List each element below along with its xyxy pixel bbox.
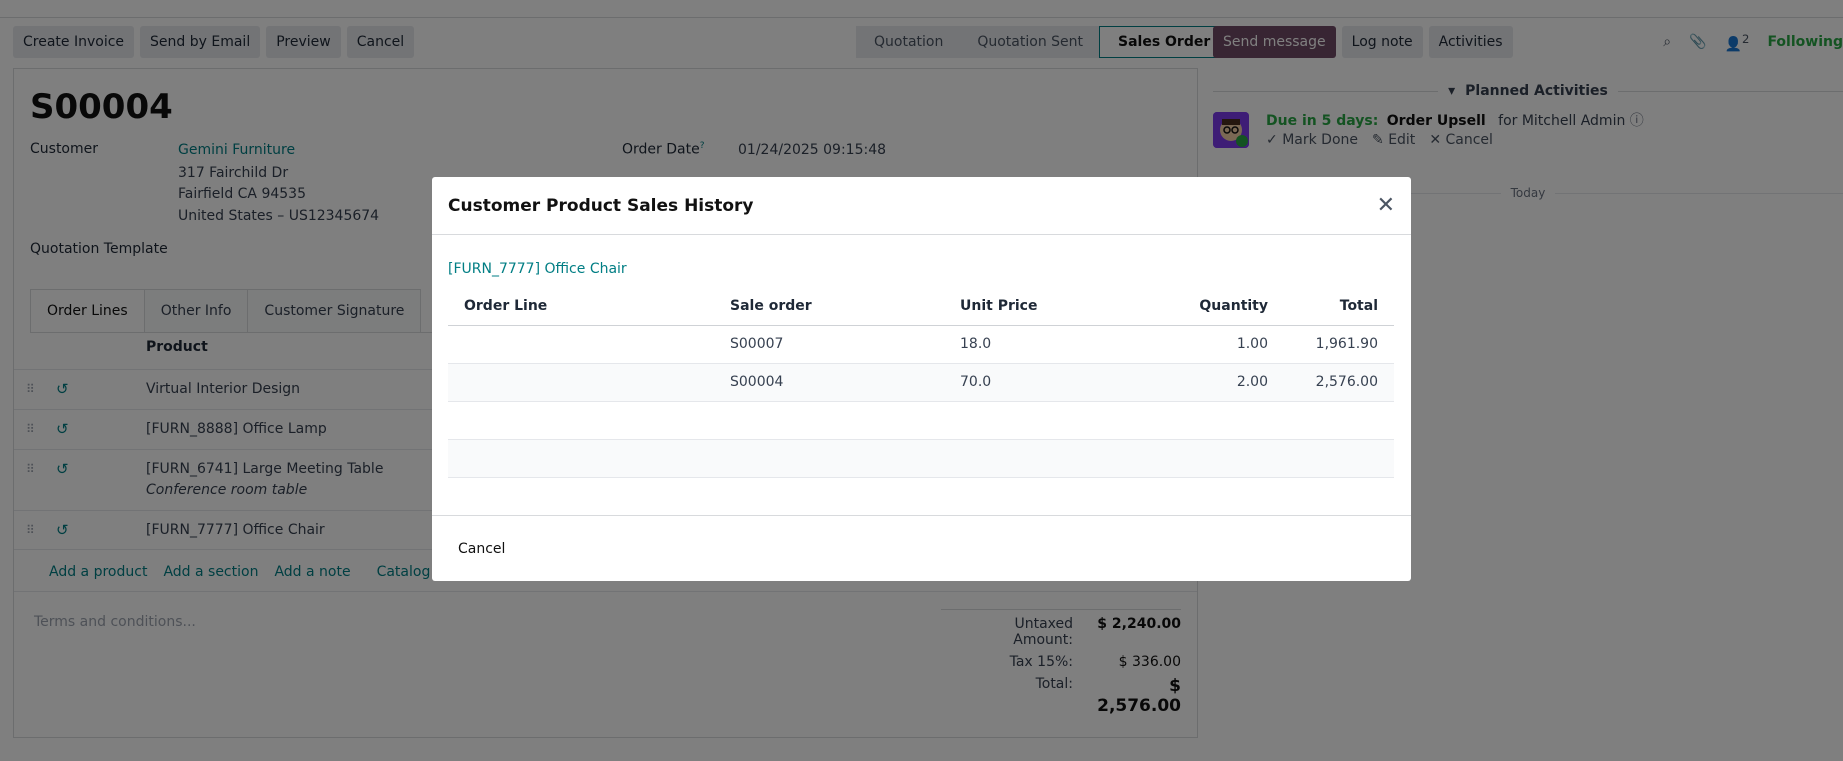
cell-unit-price: 70.0	[944, 363, 1144, 402]
dialog-header: Customer Product Sales History ✕	[432, 177, 1411, 235]
close-icon[interactable]: ✕	[1377, 193, 1395, 218]
empty-row	[448, 401, 1394, 440]
cell-order-line	[448, 325, 714, 364]
col-order-line[interactable]: Order Line	[448, 287, 714, 326]
cell-total: 1,961.90	[1284, 325, 1394, 364]
table-header-row: Order Line Sale order Unit Price Quantit…	[448, 287, 1394, 326]
table-row[interactable]: S00004 70.0 2.00 2,576.00	[448, 363, 1394, 402]
table-row[interactable]: S00007 18.0 1.00 1,961.90	[448, 325, 1394, 364]
col-total[interactable]: Total	[1284, 287, 1394, 326]
product-link[interactable]: [FURN_7777] Office Chair	[448, 261, 627, 277]
dialog-title: Customer Product Sales History	[448, 195, 754, 216]
cell-quantity: 2.00	[1144, 363, 1284, 402]
cell-quantity: 1.00	[1144, 325, 1284, 364]
col-sale-order[interactable]: Sale order	[714, 287, 944, 326]
dialog-footer: Cancel	[432, 515, 1411, 581]
cell-sale-order: S00007	[714, 325, 944, 364]
cell-sale-order: S00004	[714, 363, 944, 402]
col-quantity[interactable]: Quantity	[1144, 287, 1284, 326]
col-unit-price[interactable]: Unit Price	[944, 287, 1144, 326]
cell-total: 2,576.00	[1284, 363, 1394, 402]
empty-row	[448, 439, 1394, 478]
dialog-cancel-button[interactable]: Cancel	[448, 535, 515, 563]
cell-unit-price: 18.0	[944, 325, 1144, 364]
sales-history-dialog: Customer Product Sales History ✕ [FURN_7…	[432, 177, 1411, 581]
sales-history-table: Order Line Sale order Unit Price Quantit…	[448, 287, 1394, 478]
cell-order-line	[448, 363, 714, 402]
